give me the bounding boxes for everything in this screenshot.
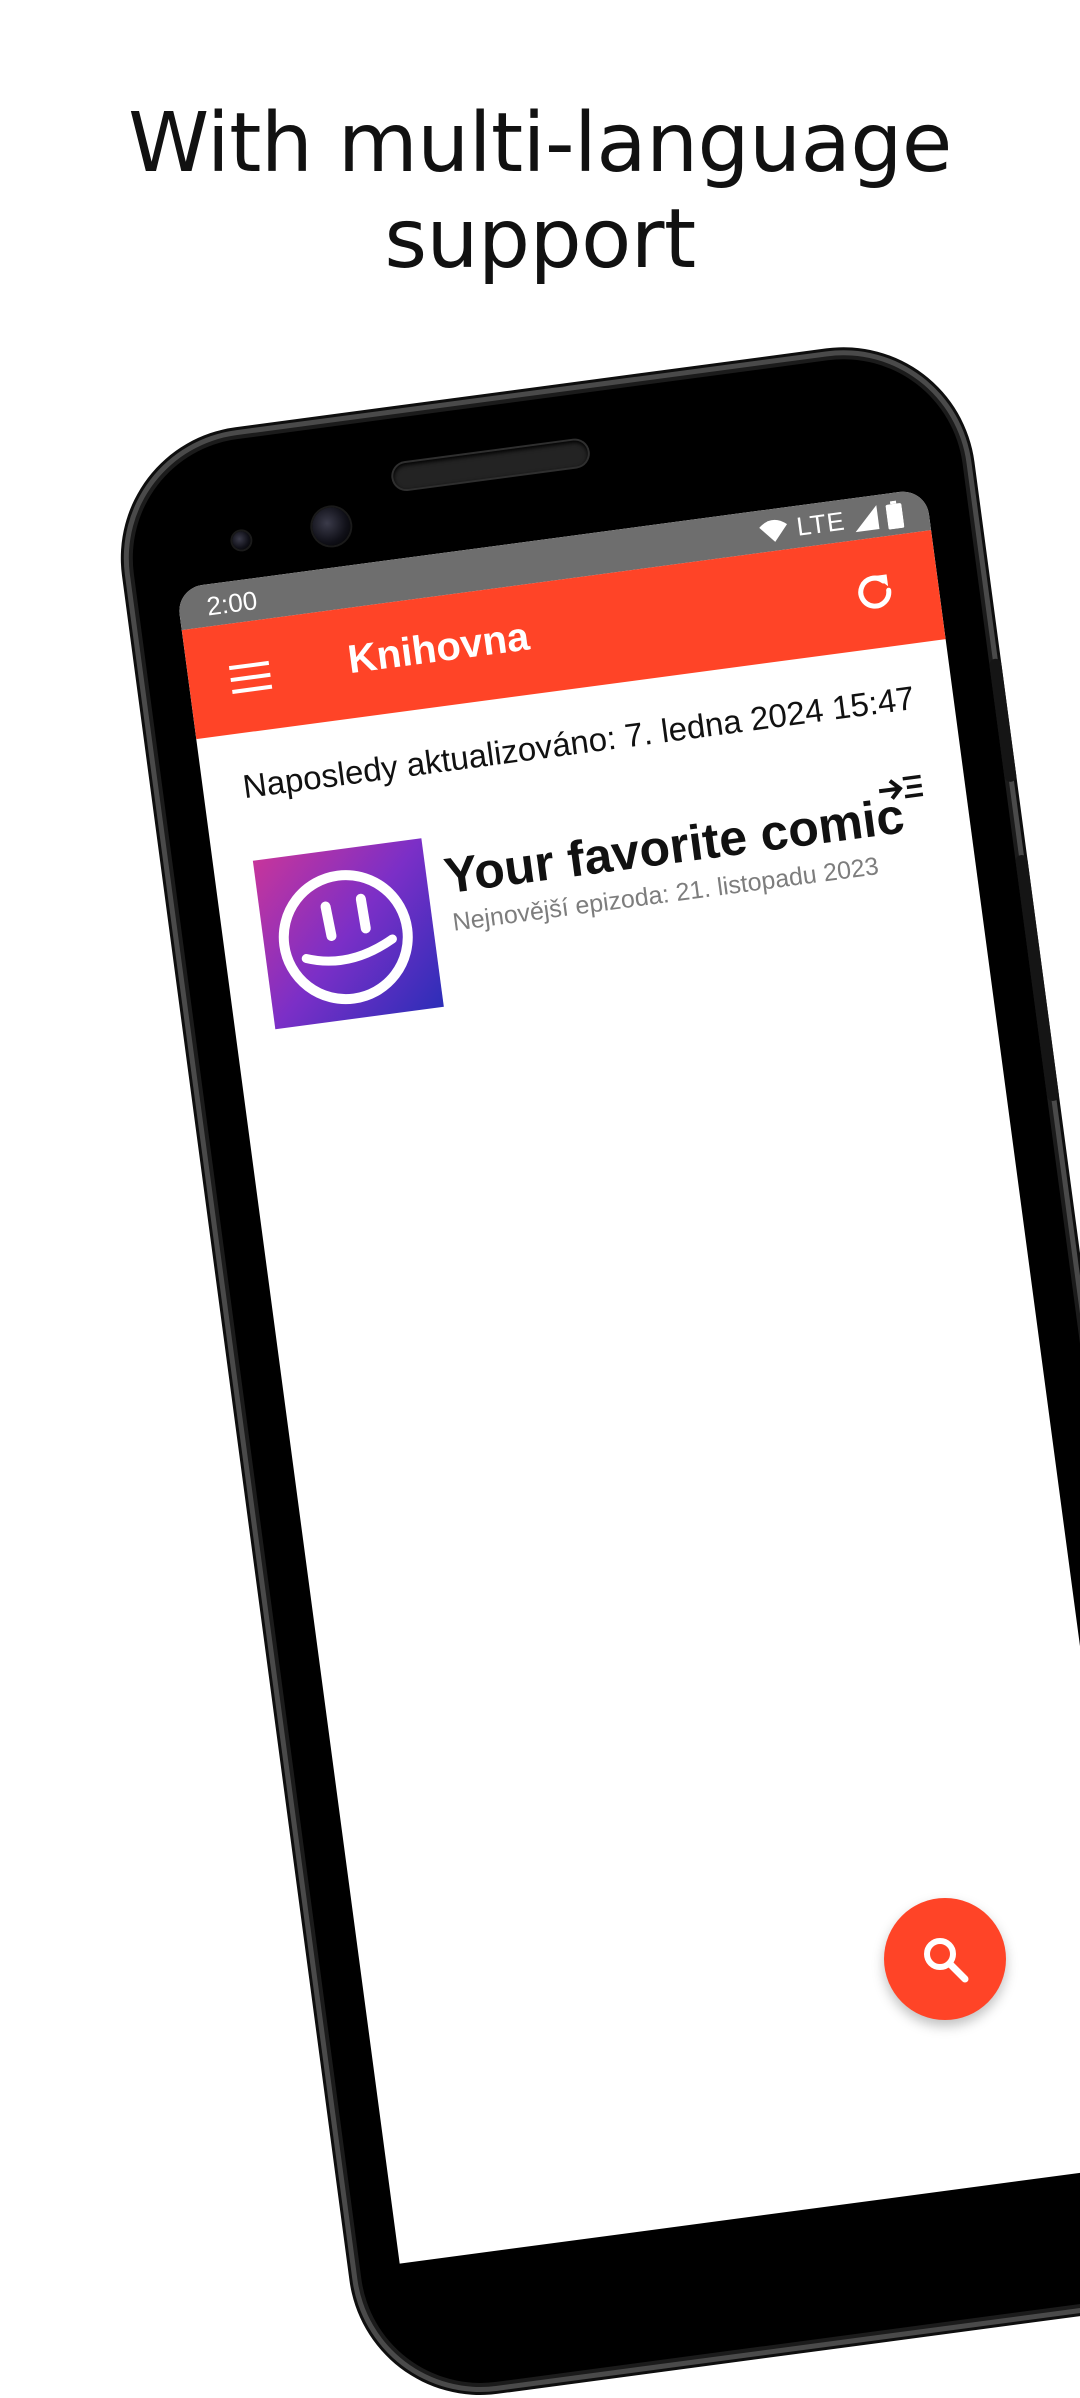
smiley-face-icon	[278, 870, 413, 1005]
comic-cover	[252, 838, 444, 1030]
cell-signal-icon	[855, 504, 880, 532]
app-title: Knihovna	[345, 614, 532, 683]
network-type-label: LTE	[794, 505, 848, 542]
refresh-icon[interactable]	[848, 565, 902, 619]
search-icon	[924, 1938, 969, 1983]
promo-headline-line2: support	[384, 192, 696, 287]
status-time: 2:00	[204, 585, 259, 622]
wifi-icon	[759, 519, 788, 542]
battery-icon	[885, 500, 905, 529]
menu-icon[interactable]	[226, 655, 275, 700]
search-fab[interactable]	[884, 1898, 1006, 2020]
promo-headline: With multi-language support	[0, 96, 1080, 288]
add-to-queue-icon[interactable]	[875, 767, 927, 809]
phone-mockup: 2:00 LTE Knihovna Naposledy aktualizován…	[118, 344, 1080, 2398]
comic-list-item[interactable]: Your favorite comic Nejnovější epizoda: …	[250, 753, 945, 1031]
promo-headline-line1: With multi-language	[128, 96, 952, 191]
